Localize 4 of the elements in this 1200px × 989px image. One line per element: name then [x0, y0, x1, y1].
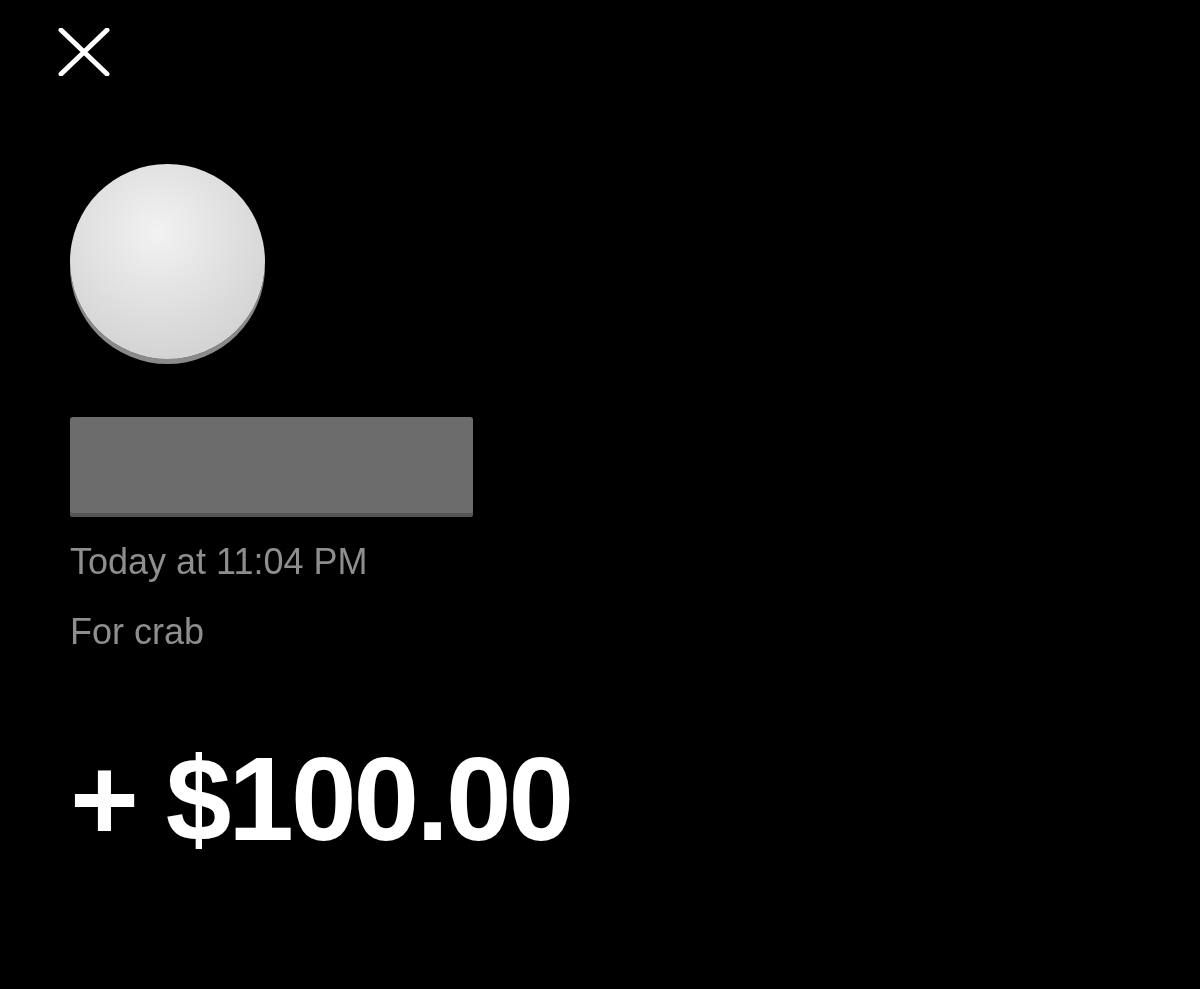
transaction-amount: + $100.00	[70, 732, 572, 867]
close-icon[interactable]	[58, 28, 110, 76]
transaction-note: For crab	[70, 610, 205, 654]
transaction-date: Today at 11:04 PM	[70, 540, 368, 584]
